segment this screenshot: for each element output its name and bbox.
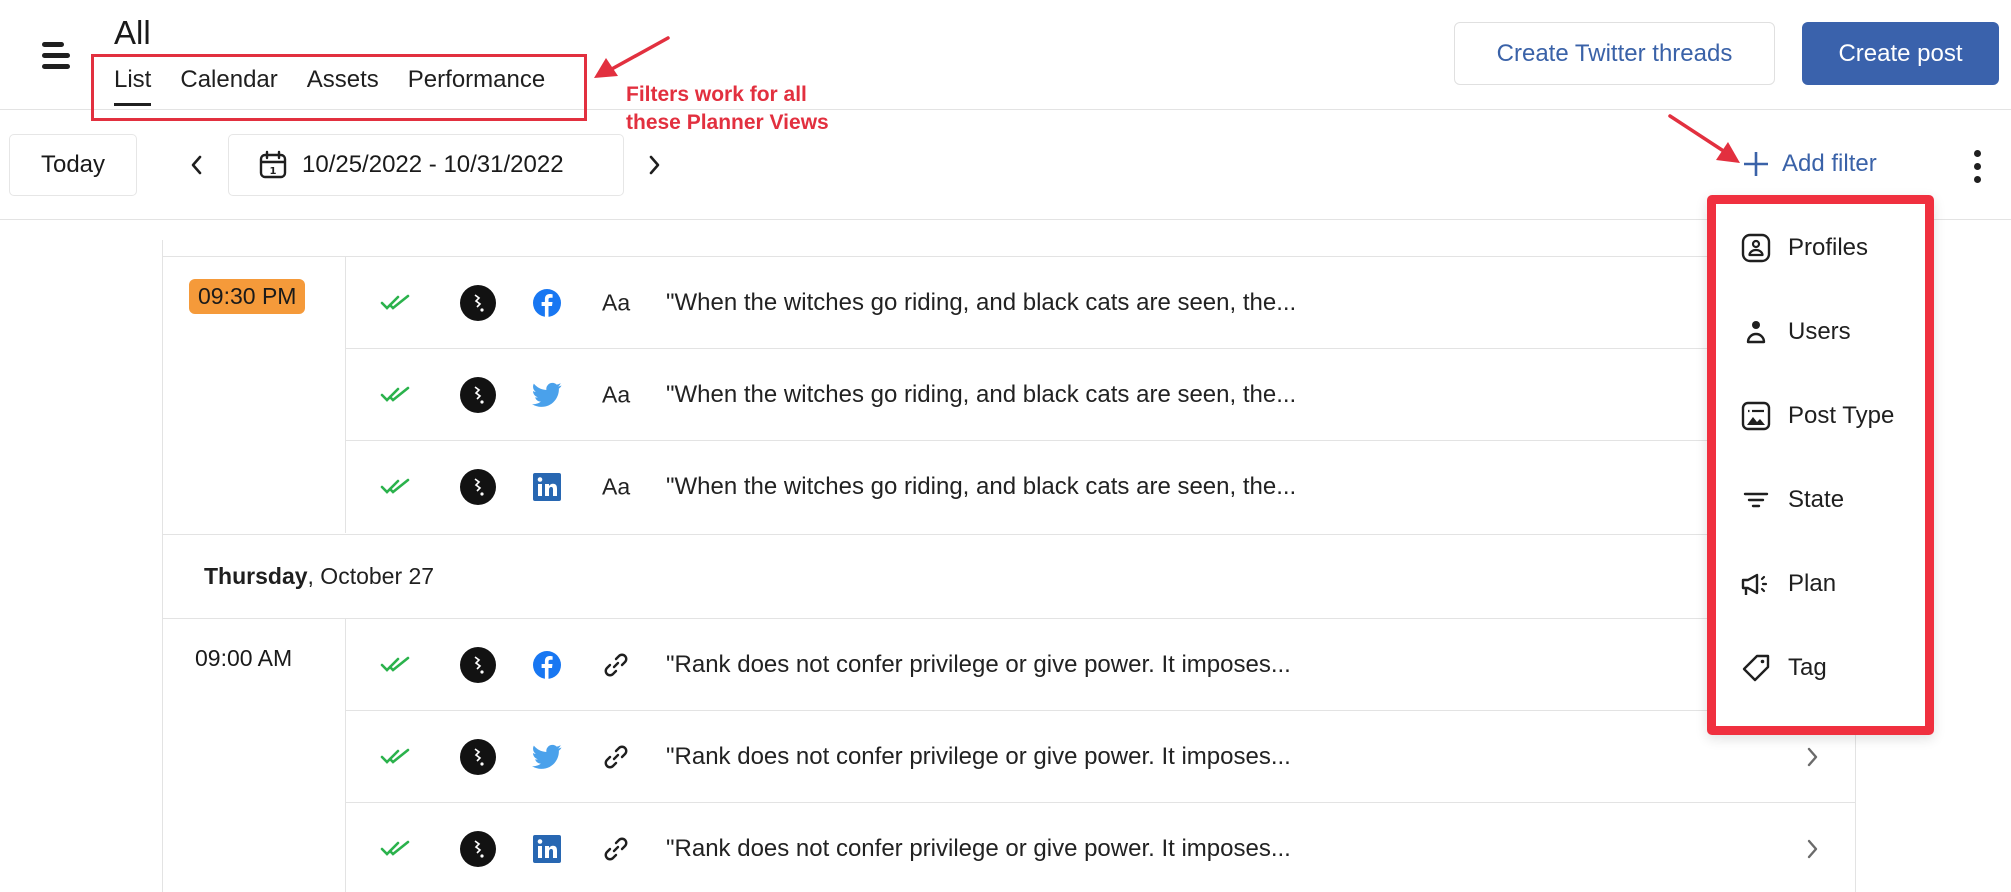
time-column: 09:30 PM bbox=[162, 257, 346, 533]
plus-icon bbox=[1744, 152, 1768, 176]
profile-avatar bbox=[460, 376, 496, 413]
filter-option-label: State bbox=[1788, 486, 1845, 513]
linkedin-icon bbox=[532, 472, 562, 502]
time-label: 09:00 AM bbox=[195, 645, 293, 671]
calendar-icon: 1 bbox=[259, 150, 287, 179]
published-double-check-icon bbox=[380, 293, 412, 313]
image-icon bbox=[1740, 400, 1772, 432]
create-twitter-threads-button[interactable]: Create Twitter threads bbox=[1454, 22, 1775, 85]
profile-avatar bbox=[460, 646, 496, 683]
post-row[interactable]: Aa "When the witches go riding, and blac… bbox=[346, 257, 1856, 349]
profile-avatar bbox=[460, 469, 496, 505]
user-icon bbox=[1740, 316, 1772, 348]
filter-option-label: Post Type bbox=[1788, 402, 1895, 429]
post-text: "When the witches go riding, and black c… bbox=[666, 288, 1297, 316]
chevron-right-icon[interactable] bbox=[1806, 746, 1820, 768]
filter-option-plan[interactable]: Plan bbox=[1740, 568, 1836, 600]
tag-icon bbox=[1740, 652, 1772, 684]
add-filter-button[interactable]: Add filter bbox=[1742, 150, 1877, 178]
filter-option-label: Tag bbox=[1788, 654, 1827, 681]
post-row[interactable]: Aa "When the witches go riding, and blac… bbox=[346, 349, 1856, 441]
link-icon bbox=[602, 651, 630, 679]
filter-dropdown-menu: Profiles Users Post Type State Plan Tag bbox=[1707, 195, 1934, 735]
create-post-button[interactable]: Create post bbox=[1802, 22, 1999, 85]
filter-option-post-type[interactable]: Post Type bbox=[1740, 400, 1894, 432]
text-post-type-icon: Aa bbox=[602, 289, 631, 315]
day-header-weekday: Thursday bbox=[204, 563, 308, 589]
time-group: 09:30 PM Aa "When the witches go riding,… bbox=[162, 256, 1856, 533]
post-row[interactable]: "Rank does not confer privilege or give … bbox=[346, 711, 1856, 803]
filter-option-profiles[interactable]: Profiles bbox=[1740, 232, 1868, 264]
time-badge-highlighted: 09:30 PM bbox=[189, 279, 306, 314]
more-options-icon[interactable] bbox=[1968, 148, 1988, 184]
post-row[interactable]: "Rank does not confer privilege or give … bbox=[346, 619, 1856, 711]
post-text: "Rank does not confer privilege or give … bbox=[666, 742, 1291, 770]
post-row[interactable]: "Rank does not confer privilege or give … bbox=[346, 803, 1856, 892]
post-text: "Rank does not confer privilege or give … bbox=[666, 835, 1291, 862]
today-button[interactable]: Today bbox=[9, 134, 137, 196]
day-header: Thursday, October 27 bbox=[162, 534, 1856, 618]
chevron-left-icon bbox=[191, 155, 202, 175]
time-column: 09:00 AM bbox=[162, 619, 346, 892]
add-filter-label: Add filter bbox=[1782, 150, 1877, 177]
megaphone-icon bbox=[1740, 568, 1772, 600]
hamburger-menu-icon[interactable] bbox=[42, 40, 72, 72]
svg-text:1: 1 bbox=[270, 166, 277, 177]
day-header-label: Thursday, October 27 bbox=[204, 563, 434, 590]
published-double-check-icon bbox=[380, 385, 412, 405]
filter-option-tag[interactable]: Tag bbox=[1740, 652, 1827, 684]
page-title: All bbox=[114, 14, 151, 51]
profile-avatar bbox=[460, 284, 496, 321]
filter-option-label: Plan bbox=[1788, 570, 1837, 597]
next-week-button[interactable] bbox=[643, 148, 667, 182]
previous-week-button[interactable] bbox=[184, 148, 208, 182]
linkedin-icon bbox=[532, 834, 562, 864]
post-text: "When the witches go riding, and black c… bbox=[666, 380, 1297, 408]
chevron-right-icon bbox=[649, 155, 660, 175]
text-post-type-icon: Aa bbox=[602, 381, 631, 407]
chevron-right-icon[interactable] bbox=[1806, 838, 1820, 860]
published-double-check-icon bbox=[380, 477, 412, 497]
link-icon bbox=[602, 835, 630, 863]
filter-option-users[interactable]: Users bbox=[1740, 316, 1851, 348]
post-text: "When the witches go riding, and black c… bbox=[666, 473, 1297, 500]
date-range-value: 10/25/2022 - 10/31/2022 bbox=[302, 151, 564, 178]
published-double-check-icon bbox=[380, 655, 412, 675]
published-double-check-icon bbox=[380, 839, 412, 859]
page-header: All List Calendar Assets Performance Fil… bbox=[0, 0, 2011, 134]
filter-option-label: Users bbox=[1788, 318, 1851, 345]
text-post-type-icon: Aa bbox=[602, 473, 631, 500]
profile-avatar bbox=[460, 738, 496, 775]
facebook-icon bbox=[532, 288, 562, 318]
twitter-icon bbox=[532, 382, 562, 408]
filter-lines-icon bbox=[1740, 484, 1772, 516]
filter-option-state[interactable]: State bbox=[1740, 484, 1844, 516]
time-group: 09:00 AM "Rank does not confer privilege… bbox=[162, 618, 1856, 892]
profile-avatar bbox=[460, 831, 496, 867]
annotation-line-1: Filters work for all bbox=[626, 83, 807, 106]
published-double-check-icon bbox=[380, 747, 412, 767]
filter-option-label: Profiles bbox=[1788, 234, 1869, 261]
day-header-date: , October 27 bbox=[307, 563, 435, 589]
post-text: "Rank does not confer privilege or give … bbox=[666, 650, 1291, 678]
link-icon bbox=[602, 743, 630, 771]
facebook-icon bbox=[532, 650, 562, 680]
profile-card-icon bbox=[1740, 232, 1772, 264]
date-range-picker[interactable]: 1 10/25/2022 - 10/31/2022 bbox=[228, 134, 624, 196]
post-row[interactable]: Aa "When the witches go riding, and blac… bbox=[346, 441, 1856, 533]
twitter-icon bbox=[532, 744, 562, 770]
